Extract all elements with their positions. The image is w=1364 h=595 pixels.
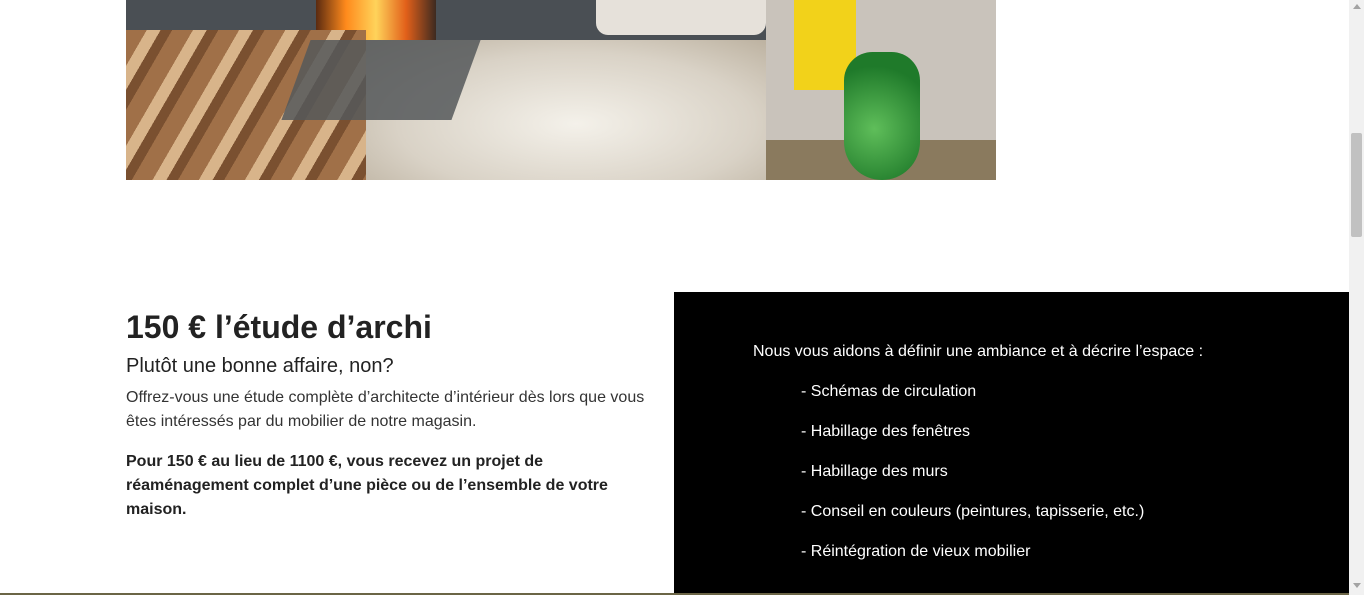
- scroll-thumb[interactable]: [1351, 133, 1362, 237]
- service-item-walls: - Habillage des murs: [801, 463, 948, 480]
- services-intro: Nous vous aidons à définir une ambiance …: [753, 343, 1204, 360]
- scroll-up-arrow-icon[interactable]: [1353, 4, 1361, 9]
- offer-title: 150 € l’étude d’archi: [126, 309, 432, 345]
- services-panel: Nous vous aidons à définir une ambiance …: [674, 292, 1349, 595]
- offer-description: Offrez-vous une étude complète d’archite…: [126, 389, 645, 430]
- offer-subtitle: Plutôt une bonne affaire, non?: [126, 355, 394, 377]
- service-item-windows: - Habillage des fenêtres: [801, 423, 970, 440]
- service-item-furniture: - Réintégration de vieux mobilier: [801, 543, 1031, 560]
- photo-steel-rack: [281, 40, 481, 120]
- hero-photo: [126, 0, 996, 180]
- services-list: - Schémas de circulation - Habillage des…: [801, 380, 1144, 580]
- photo-green-vase: [844, 52, 920, 180]
- vertical-scrollbar[interactable]: [1349, 0, 1364, 595]
- offer-highlight: Pour 150 € au lieu de 1100 €, vous recev…: [126, 453, 608, 518]
- scroll-down-arrow-icon[interactable]: [1353, 583, 1361, 588]
- photo-pillows: [596, 0, 766, 35]
- service-item-circulation: - Schémas de circulation: [801, 383, 977, 400]
- service-item-colors: - Conseil en couleurs (peintures, tapiss…: [801, 503, 1145, 520]
